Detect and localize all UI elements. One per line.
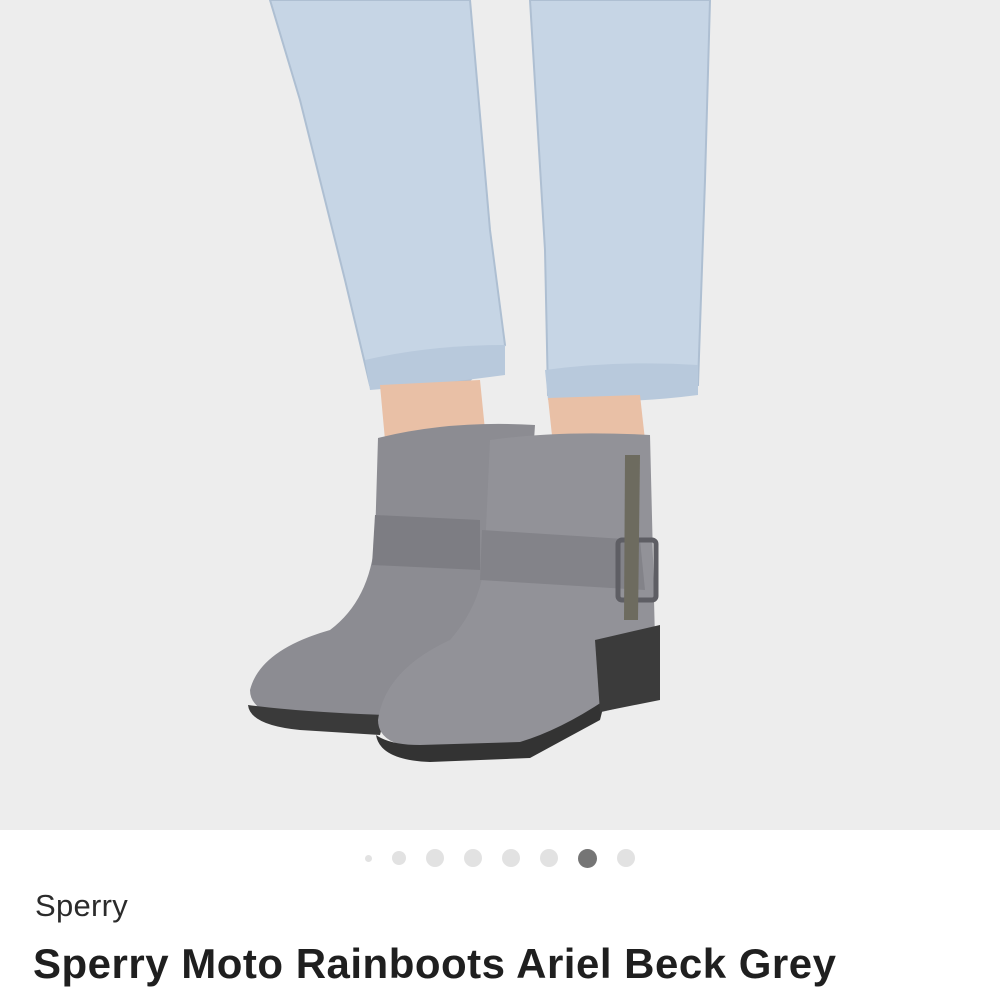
carousel-dot[interactable] xyxy=(540,849,558,867)
product-image[interactable] xyxy=(0,0,1000,830)
carousel-indicator[interactable] xyxy=(0,830,1000,886)
carousel-dot[interactable] xyxy=(464,849,482,867)
carousel-dot[interactable] xyxy=(426,849,444,867)
carousel-dot[interactable] xyxy=(617,849,635,867)
carousel-dot-active[interactable] xyxy=(578,848,597,868)
product-photo xyxy=(248,0,712,762)
carousel-dot[interactable] xyxy=(392,851,406,865)
product-title: Sperry Moto Rainboots Ariel Beck Grey xyxy=(33,940,837,987)
brand-name[interactable]: Sperry xyxy=(35,888,128,924)
carousel-dot[interactable] xyxy=(365,854,372,862)
carousel-dot[interactable] xyxy=(502,849,520,867)
